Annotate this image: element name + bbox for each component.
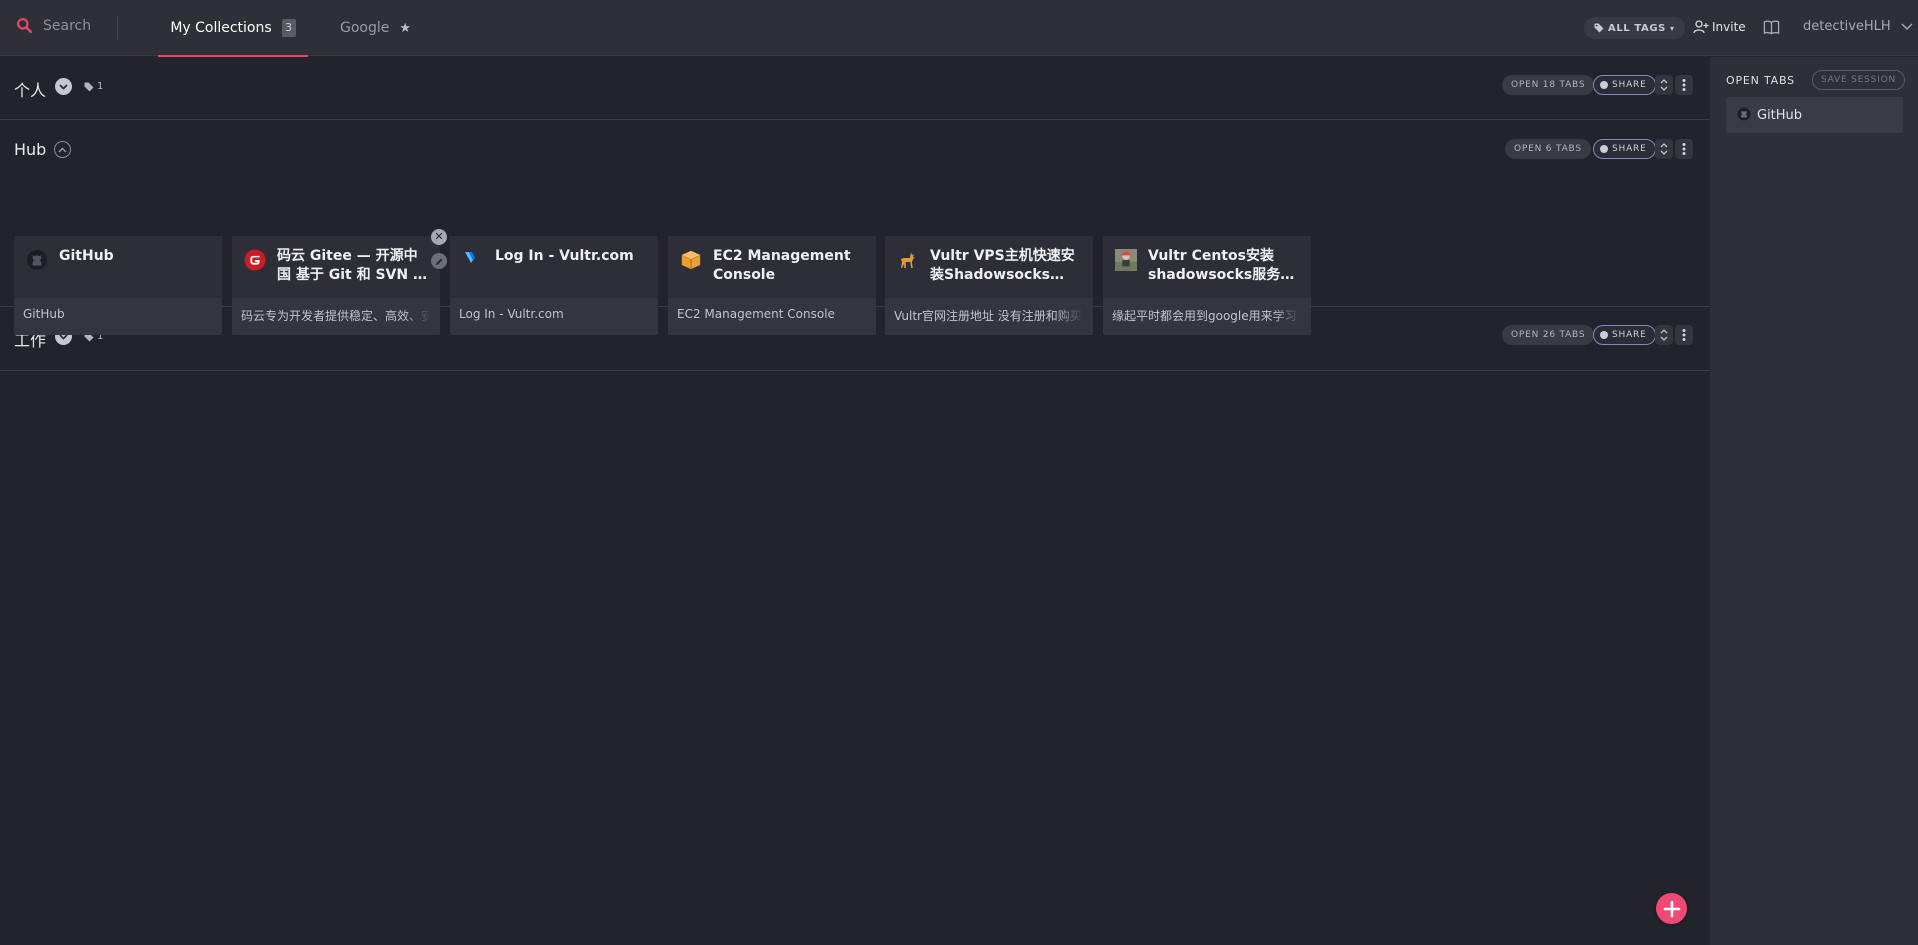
tab-card[interactable]: EC2 Management Console EC2 Management Co… — [668, 236, 876, 335]
collection-hub: Hub OPEN 6 TABS SHARE GitHub GitHub 码云 G… — [0, 120, 1710, 335]
add-collection-button[interactable] — [1656, 893, 1687, 924]
card-title: Vultr VPS主机快速安装Shadowsocks（ss）服务器 — [930, 248, 1075, 283]
github-icon — [26, 249, 48, 271]
tag-icon — [84, 82, 94, 91]
open-tabs-sidebar: OPEN TABS SAVE SESSION GitHub — [1710, 57, 1918, 945]
share-label: SHARE — [1612, 80, 1647, 90]
more-options-button[interactable] — [1675, 325, 1693, 345]
star-icon: ★ — [399, 20, 412, 36]
card-title: GitHub — [59, 248, 114, 264]
card-description: Log In - Vultr.com — [459, 307, 564, 321]
docs-button[interactable] — [1763, 19, 1780, 40]
tag-icon — [1594, 23, 1604, 33]
tab-card[interactable]: GitHub GitHub — [14, 236, 222, 335]
add-user-icon — [1693, 20, 1709, 34]
user-menu[interactable]: detectiveHLH — [1803, 19, 1913, 34]
sort-button[interactable] — [1655, 325, 1673, 345]
more-options-button[interactable] — [1675, 139, 1693, 159]
search-icon — [17, 18, 33, 34]
open-tabs-button[interactable]: OPEN 26 TABS — [1502, 325, 1595, 345]
gitee-icon — [244, 249, 266, 271]
open-tab-label: GitHub — [1757, 107, 1803, 123]
card-title: 码云 Gitee — 开源中国 基于 Git 和 SVN 的代码托管和协作开发平… — [277, 248, 427, 283]
open-tabs-button[interactable]: OPEN 18 TABS — [1502, 75, 1595, 95]
share-button[interactable]: SHARE — [1593, 75, 1656, 95]
open-tabs-button[interactable]: OPEN 6 TABS — [1505, 139, 1591, 159]
card-title: Log In - Vultr.com — [495, 248, 634, 264]
edit-button[interactable] — [431, 253, 447, 269]
share-toggle-dot — [1600, 81, 1608, 89]
tab-my-collections[interactable]: My Collections 3 — [158, 0, 308, 57]
tab-card[interactable]: Log In - Vultr.com Log In - Vultr.com — [450, 236, 658, 335]
card-title: Vultr Centos安装shadowsocks服务端教程 — [1148, 248, 1295, 283]
more-vertical-icon — [1682, 143, 1686, 155]
sort-icon — [1660, 329, 1668, 341]
plus-icon — [1663, 900, 1680, 917]
collection-title[interactable]: Hub — [14, 140, 46, 159]
all-tags-label: ALL TAGS — [1608, 22, 1666, 34]
sidebar-title: OPEN TABS — [1726, 74, 1795, 87]
open-tab-item[interactable]: GitHub — [1726, 97, 1903, 133]
sort-button[interactable] — [1655, 75, 1673, 95]
search-button[interactable]: Search — [16, 17, 91, 34]
divider — [117, 16, 118, 40]
collections-panel: 个人 1 OPEN 18 TABS SHARE 工作 1 OPEN 26 TAB… — [0, 57, 1710, 945]
book-icon — [1763, 20, 1780, 35]
collapse-toggle[interactable] — [54, 141, 71, 158]
share-label: SHARE — [1612, 330, 1647, 340]
tab-card[interactable]: Vultr Centos安装shadowsocks服务端教程 缘起平时都会用到g… — [1103, 236, 1311, 335]
pencil-icon — [435, 258, 442, 265]
more-options-button[interactable] — [1675, 75, 1693, 95]
caret-down-icon: ▾ — [1669, 23, 1675, 33]
chevron-up-icon — [58, 147, 67, 152]
card-description: Vultr官网注册地址 没有注册和购买 — [894, 309, 1082, 323]
card-description: EC2 Management Console — [677, 307, 835, 321]
card-description: 缘起平时都会用到google用来学习 — [1112, 309, 1297, 323]
top-bar: Search My Collections 3 Google ★ ALL TAG… — [0, 0, 1918, 57]
github-icon — [1737, 106, 1751, 125]
tab-label: My Collections — [170, 20, 272, 36]
share-button[interactable]: SHARE — [1593, 325, 1656, 345]
tab-label: Google — [340, 20, 390, 36]
chevron-down-icon — [59, 83, 68, 90]
collection: 个人 1 OPEN 18 TABS SHARE — [0, 57, 1710, 120]
aws-box-icon — [680, 249, 702, 271]
more-vertical-icon — [1682, 79, 1686, 91]
save-session-button[interactable]: SAVE SESSION — [1812, 70, 1906, 90]
card-description: 码云专为开发者提供稳定、高效、安全的云端软件开发协作平台 — [241, 309, 431, 323]
share-toggle-dot — [1600, 145, 1608, 153]
expand-toggle[interactable] — [55, 78, 72, 95]
card-description: GitHub — [23, 307, 65, 321]
search-label: Search — [43, 17, 92, 34]
close-icon[interactable]: ✕ — [431, 229, 447, 245]
sort-icon — [1660, 79, 1668, 91]
sort-icon — [1660, 143, 1668, 155]
share-toggle-dot — [1600, 331, 1608, 339]
collection-count-badge: 3 — [281, 19, 296, 37]
sort-button[interactable] — [1655, 139, 1673, 159]
vultr-icon — [462, 249, 484, 271]
tab-card[interactable]: 码云 Gitee — 开源中国 基于 Git 和 SVN 的代码托管和协作开发平… — [232, 229, 447, 335]
more-vertical-icon — [1682, 329, 1686, 341]
username: detectiveHLH — [1803, 19, 1891, 34]
share-label: SHARE — [1612, 144, 1647, 154]
share-button[interactable]: SHARE — [1593, 139, 1656, 159]
invite-button[interactable]: Invite — [1693, 19, 1746, 35]
card-title: EC2 Management Console — [713, 248, 851, 283]
avatar-image-icon — [1115, 249, 1137, 271]
tab-google[interactable]: Google ★ — [340, 0, 411, 56]
collection-header: 个人 1 OPEN 18 TABS SHARE — [0, 57, 1710, 119]
tag-count[interactable]: 1 — [84, 81, 103, 92]
deer-icon — [897, 249, 919, 271]
all-tags-dropdown[interactable]: ALL TAGS ▾ — [1584, 17, 1685, 39]
invite-label: Invite — [1712, 20, 1746, 34]
tab-card[interactable]: Vultr VPS主机快速安装Shadowsocks（ss）服务器 Vultr官… — [885, 236, 1093, 335]
tag-count-value: 1 — [97, 81, 104, 92]
chevron-down-icon — [1901, 23, 1913, 30]
collection-title[interactable]: 个人 — [14, 77, 46, 101]
